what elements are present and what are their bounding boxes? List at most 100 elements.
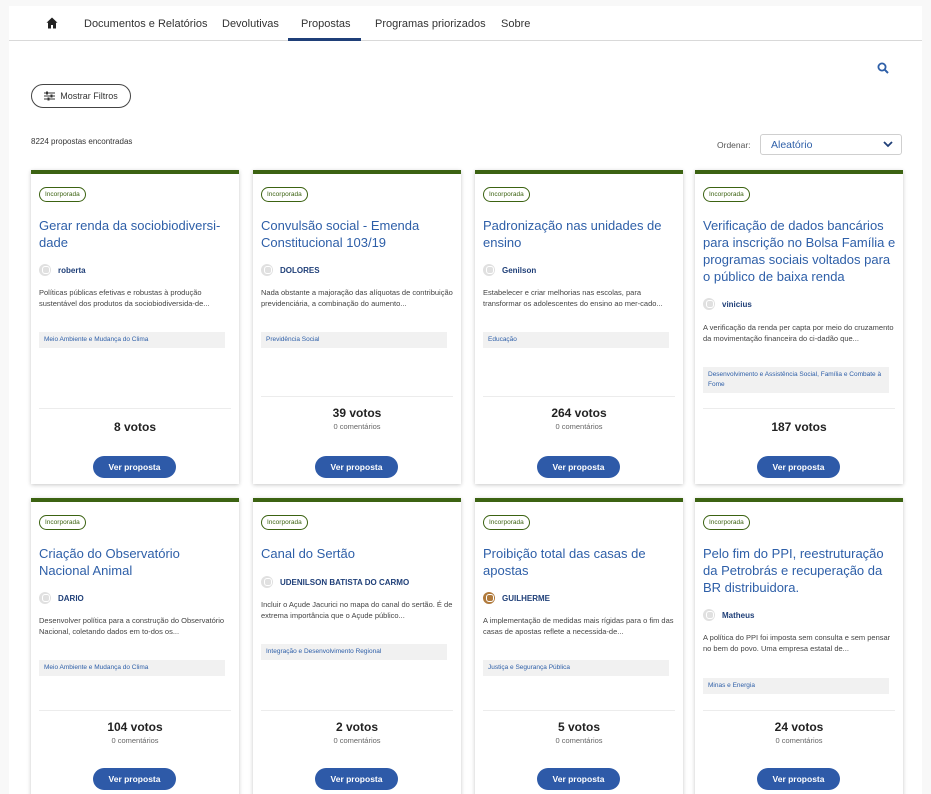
results-count: 8224 propostas encontradas — [31, 137, 133, 146]
proposal-description: A política do PPI foi imposta sem consul… — [703, 633, 891, 653]
theme-tag[interactable]: Previdência Social — [261, 332, 447, 348]
proposal-title[interactable]: Proibição total das casas de apostas — [483, 545, 677, 579]
page: Documentos e Relatórios Devolutivas Prop… — [9, 6, 922, 794]
proposal-card: Incorporada Criação do Observatório Naci… — [31, 498, 239, 794]
theme-tag[interactable]: Integração e Desenvolvimento Regional — [261, 644, 447, 660]
theme-tag[interactable]: Minas e Energia — [703, 678, 889, 694]
proposal-card: Incorporada Pelo fim do PPI, reestrutura… — [695, 498, 903, 794]
comment-count: 0 comentários — [333, 422, 381, 431]
proposal-card: Incorporada Gerar renda da sociobiodiver… — [31, 170, 239, 484]
theme-tag[interactable]: Meio Ambiente e Mudança do Clima — [39, 660, 225, 676]
top-nav: Documentos e Relatórios Devolutivas Prop… — [9, 6, 922, 41]
status-badge: Incorporada — [39, 187, 86, 202]
vote-count: 8 votos — [113, 420, 156, 434]
vote-count: 5 votos — [557, 720, 600, 734]
proposal-title[interactable]: Padronização nas unidades de ensino — [483, 217, 677, 251]
proposal-title[interactable]: Convulsão social - Emenda Constitucional… — [261, 217, 455, 251]
status-badge: Incorporada — [261, 515, 308, 530]
theme-tag[interactable]: Justiça e Segurança Pública — [483, 660, 669, 676]
proposal-card: Incorporada Padronização nas unidades de… — [475, 170, 683, 484]
nav-item-programas[interactable]: Programas priorizados — [375, 18, 486, 30]
avatar — [483, 592, 495, 604]
vote-count: 264 votos — [551, 406, 607, 420]
author-name: DOLORES — [280, 265, 320, 275]
proposal-description: Incluir o Açude Jacurici no mapa do cana… — [261, 600, 453, 620]
proposal-card: Incorporada Convulsão social - Emenda Co… — [253, 170, 461, 484]
status-badge: Incorporada — [483, 515, 530, 530]
vote-count: 2 votos — [335, 720, 378, 734]
status-badge: Incorporada — [261, 187, 308, 202]
avatar — [703, 609, 715, 621]
proposal-description: Nada obstante a majoração das alíquotas … — [261, 288, 453, 308]
divider — [483, 710, 675, 711]
vote-count: 104 votos — [107, 720, 163, 734]
author-name: DARIO — [58, 593, 84, 603]
view-proposal-button[interactable]: Ver proposta — [315, 456, 398, 478]
nav-item-sobre[interactable]: Sobre — [501, 18, 530, 30]
comment-count: 0 comentários — [111, 736, 159, 745]
proposal-title[interactable]: Canal do Sertão — [261, 545, 455, 562]
view-proposal-button[interactable]: Ver proposta — [93, 456, 176, 478]
proposal-description: A implementação de medidas mais rígidas … — [483, 616, 674, 636]
search-icon[interactable] — [877, 62, 889, 74]
home-icon[interactable] — [46, 17, 58, 29]
order-select[interactable]: Aleatório — [760, 134, 902, 155]
avatar — [261, 576, 273, 588]
author: GUILHERME — [483, 591, 550, 605]
theme-tag[interactable]: Educação — [483, 332, 669, 348]
vote-count: 187 votos — [771, 420, 827, 434]
view-proposal-button[interactable]: Ver proposta — [757, 456, 840, 478]
proposal-title[interactable]: Gerar renda da sociobiodiversi-dade — [39, 217, 233, 251]
theme-tag[interactable]: Meio Ambiente e Mudança do Clima — [39, 332, 225, 348]
view-proposal-button[interactable]: Ver proposta — [93, 768, 176, 790]
author: DOLORES — [261, 263, 320, 277]
proposal-description: Desenvolver política para a construção d… — [39, 616, 225, 636]
divider — [261, 396, 453, 397]
proposal-description: A verificação da renda per capta por mei… — [703, 323, 894, 343]
view-proposal-button[interactable]: Ver proposta — [757, 768, 840, 790]
author-name: roberta — [58, 265, 86, 275]
proposal-card: Incorporada Proibição total das casas de… — [475, 498, 683, 794]
proposal-description: Políticas públicas efetivas e robustas à… — [39, 288, 210, 308]
chevron-down-icon — [883, 141, 893, 148]
comment-count: 0 comentários — [555, 736, 603, 745]
avatar — [261, 264, 273, 276]
author: vinicius — [703, 297, 752, 311]
divider — [39, 710, 231, 711]
view-proposal-button[interactable]: Ver proposta — [315, 768, 398, 790]
status-badge: Incorporada — [483, 187, 530, 202]
avatar — [39, 264, 51, 276]
nav-item-propostas[interactable]: Propostas — [301, 18, 351, 30]
comment-count: 0 comentários — [775, 736, 823, 745]
divider — [483, 396, 675, 397]
show-filters-button[interactable]: Mostrar Filtros — [31, 84, 131, 108]
view-proposal-button[interactable]: Ver proposta — [537, 768, 620, 790]
theme-tag[interactable]: Desenvolvimento e Assistência Social, Fa… — [703, 367, 889, 393]
proposal-title[interactable]: Criação do Observatório Nacional Animal — [39, 545, 233, 579]
active-tab-indicator — [288, 38, 361, 41]
avatar — [483, 264, 495, 276]
author-name: UDENILSON BATISTA DO CARMO — [280, 577, 410, 587]
divider — [39, 408, 231, 409]
proposal-title[interactable]: Verificação de dados bancários para insc… — [703, 217, 897, 285]
order-select-value: Aleatório — [771, 139, 813, 151]
view-proposal-button[interactable]: Ver proposta — [537, 456, 620, 478]
divider — [703, 710, 895, 711]
vote-count: 39 votos — [332, 406, 382, 420]
nav-item-devolutivas[interactable]: Devolutivas — [222, 18, 279, 30]
sliders-icon — [44, 91, 56, 101]
comment-count: 0 comentários — [555, 422, 603, 431]
status-badge: Incorporada — [703, 187, 750, 202]
comment-count: 0 comentários — [333, 736, 381, 745]
show-filters-label: Mostrar Filtros — [60, 91, 118, 101]
author-name: vinicius — [722, 299, 752, 309]
nav-item-documentos[interactable]: Documentos e Relatórios — [84, 18, 208, 30]
proposal-card: Incorporada Verificação de dados bancári… — [695, 170, 903, 484]
avatar — [703, 298, 715, 310]
proposal-description: Estabelecer e criar melhorias nas escola… — [483, 288, 663, 308]
divider — [703, 408, 895, 409]
vote-count: 24 votos — [774, 720, 824, 734]
avatar — [39, 592, 51, 604]
author: Genilson — [483, 263, 536, 277]
proposal-title[interactable]: Pelo fim do PPI, reestruturação da Petro… — [703, 545, 897, 596]
